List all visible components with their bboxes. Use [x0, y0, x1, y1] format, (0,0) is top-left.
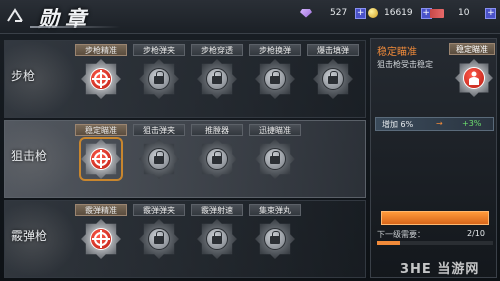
- lock-icon: [270, 231, 280, 245]
- badge-locked: [139, 219, 179, 259]
- next-level-label: 下一级需要：: [377, 230, 425, 239]
- detail-title: 稳定瞄准: [377, 47, 417, 58]
- badge-selected: [81, 139, 121, 179]
- badge-slot[interactable]: 迅捷瞄准: [247, 123, 303, 197]
- badge-slot[interactable]: 步枪精准: [73, 43, 129, 117]
- badge-name: 步枪弹夹: [133, 44, 185, 56]
- coin-currency: 16619 +: [368, 6, 432, 20]
- page-title: 勋章: [38, 6, 92, 31]
- badge-unlocked: [81, 59, 121, 99]
- lock-icon: [328, 71, 338, 85]
- badge-slot[interactable]: 步枪穿透: [189, 43, 245, 117]
- badge-name: 步枪穿透: [191, 44, 243, 56]
- ticket-currency: 10 +: [430, 6, 497, 20]
- badge-slot[interactable]: 步枪换弹: [247, 43, 303, 117]
- badge-locked: [197, 219, 237, 259]
- back-arrow-icon: [7, 8, 23, 22]
- badge-name: 霰弹弹夹: [133, 204, 185, 216]
- badge-locked: [313, 59, 353, 99]
- detail-description: 狙击枪受击稳定: [377, 60, 433, 69]
- badge-locked: [139, 139, 179, 179]
- badge-locked: [255, 139, 295, 179]
- lock-icon: [212, 151, 222, 165]
- badge-detail-panel: 稳定瞄准 稳定瞄准 狙击枪受击稳定 增加 6% → +3% 下一级需要： 2/1…: [370, 38, 497, 278]
- gem-icon: [300, 8, 312, 18]
- lock-icon: [270, 71, 280, 85]
- arrow-right-icon: →: [436, 119, 443, 128]
- stat-bonus-bar: 增加 6% → +3%: [375, 117, 494, 131]
- badge-slot[interactable]: 集束弹丸: [247, 203, 303, 277]
- badge-unlocked: [81, 219, 121, 259]
- figure-icon: [469, 71, 479, 85]
- badge-slot[interactable]: 推膛器: [189, 123, 245, 197]
- row-label: 狙击枪: [11, 149, 48, 163]
- lock-icon: [212, 71, 222, 85]
- coin-value: 16619: [384, 8, 413, 18]
- lock-icon: [154, 151, 164, 165]
- row-label: 步枪: [11, 69, 36, 83]
- badge-locked: [139, 59, 179, 99]
- coin-icon: [368, 8, 378, 18]
- badge-name: 步枪精准: [75, 44, 127, 56]
- ticket-value: 10: [458, 8, 470, 18]
- badge-slot[interactable]: 步枪弹夹: [131, 43, 187, 117]
- badge-locked: [255, 59, 295, 99]
- row-label: 霰弹枪: [11, 229, 48, 243]
- badge-slot[interactable]: 霰弹精准: [73, 203, 129, 277]
- add-ticket-button[interactable]: +: [485, 7, 497, 19]
- lock-icon: [212, 231, 222, 245]
- badge-locked: [255, 219, 295, 259]
- badge-slot[interactable]: 霰弹弹夹: [131, 203, 187, 277]
- next-level-value: 2/10: [467, 229, 485, 238]
- add-gem-button[interactable]: +: [355, 7, 367, 19]
- badge-slot[interactable]: 霰弹射速: [189, 203, 245, 277]
- badge-name: 集束弹丸: [249, 204, 301, 216]
- category-row-sniper: 狙击枪 稳定瞄准 狙击弹夹 推膛器 迅捷瞄准: [4, 120, 366, 198]
- title-underline: [30, 26, 120, 28]
- badge-locked: [197, 139, 237, 179]
- ticket-icon: [430, 8, 444, 18]
- progress-fill: [377, 241, 401, 245]
- category-row-shotgun: 霰弹枪 霰弹精准 霰弹弹夹 霰弹射速 集束弹丸: [4, 200, 366, 278]
- badge-name: 狙击弹夹: [133, 124, 185, 136]
- badge-name: 霰弹精准: [75, 204, 127, 216]
- watermark: 3HE 当游网: [400, 262, 480, 277]
- crosshair-icon: [92, 70, 110, 88]
- crosshair-icon: [92, 150, 110, 168]
- crosshair-icon: [92, 230, 110, 248]
- lock-icon: [154, 231, 164, 245]
- upgrade-button[interactable]: [381, 211, 489, 225]
- badge-slot[interactable]: 稳定瞄准: [73, 123, 129, 197]
- detail-tag: 稳定瞄准: [449, 43, 495, 55]
- badge-name: 推膛器: [191, 124, 243, 136]
- badge-name: 爆击填弹: [307, 44, 359, 56]
- lock-icon: [270, 151, 280, 165]
- badge-locked: [197, 59, 237, 99]
- gem-currency: 527 +: [300, 6, 367, 20]
- badge-name: 稳定瞄准: [75, 124, 127, 136]
- stat-increase: +3%: [462, 119, 482, 128]
- badge-name: 霰弹射速: [191, 204, 243, 216]
- badge-slot[interactable]: 狙击弹夹: [131, 123, 187, 197]
- stat-current: 增加 6%: [382, 120, 414, 129]
- upgrade-progress: [377, 241, 493, 245]
- badge-name: 步枪换弹: [249, 44, 301, 56]
- detail-badge: [455, 59, 493, 97]
- gem-value: 527: [330, 8, 348, 18]
- back-button[interactable]: [4, 4, 26, 28]
- badge-slot[interactable]: 爆击填弹: [305, 43, 361, 117]
- lock-icon: [154, 71, 164, 85]
- badge-screen: 勋章 527 + 16619 + 10 + 步枪 步枪精准 步枪弹夹 步枪穿透 …: [0, 0, 500, 281]
- category-row-rifle: 步枪 步枪精准 步枪弹夹 步枪穿透 步枪换弹 爆击填弹: [4, 40, 366, 118]
- badge-name: 迅捷瞄准: [249, 124, 301, 136]
- top-bar: 勋章 527 + 16619 + 10 +: [0, 0, 500, 34]
